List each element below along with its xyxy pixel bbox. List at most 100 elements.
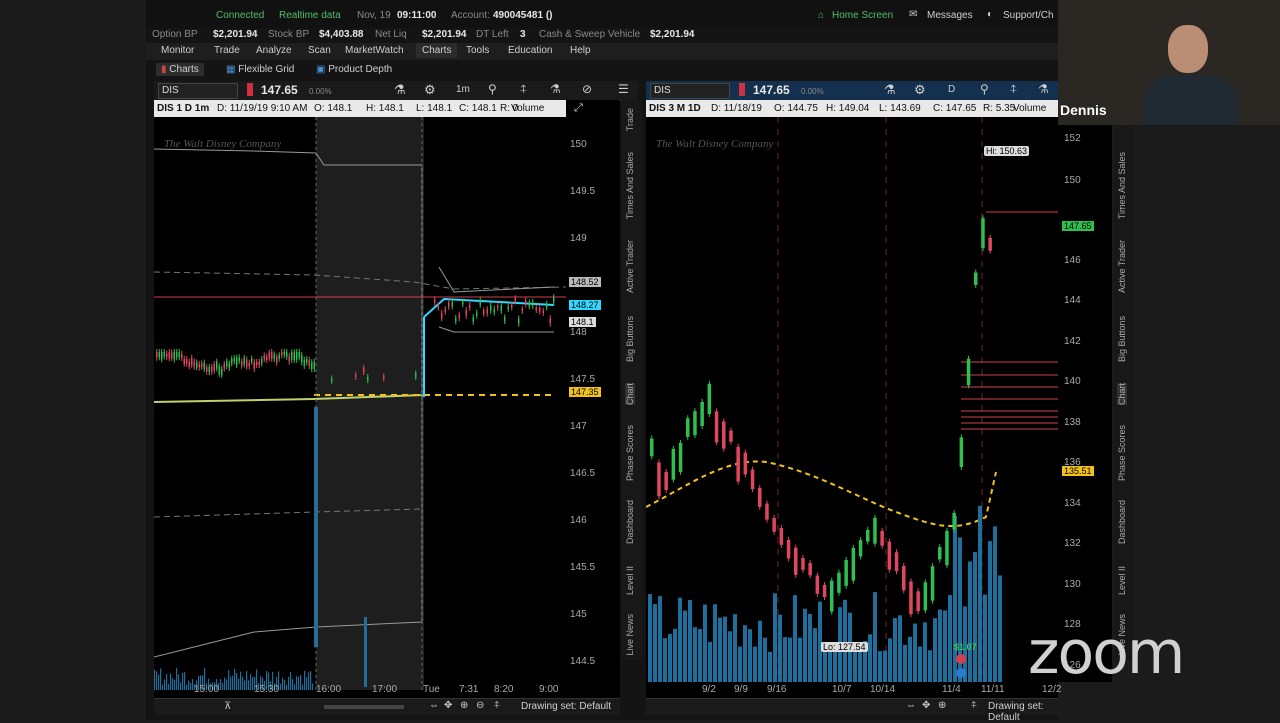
right-drawing-tool-icon[interactable]: ⍏ [971,700,977,711]
right-flask-icon[interactable]: ⚗ [884,82,896,98]
candle-body [441,313,443,319]
studies-icon[interactable]: ⚗ [550,82,561,96]
drawings-icon[interactable]: ⍏ [520,82,527,97]
subtab-charts[interactable]: ▮ Charts [156,63,204,76]
menu-monitor[interactable]: Monitor [161,45,194,56]
home-screen-icon[interactable]: ⌂ [818,10,824,21]
right-pan-icon[interactable]: ✥ [922,700,930,711]
zoom-in-icon[interactable]: ⊕ [460,700,468,711]
left-y-axis[interactable]: 150 149.5 149 148 147.5 147 146.5 146 14… [566,117,620,690]
right-y-axis[interactable]: 152 150 146 144 142 140 138 136 134 132 … [1058,117,1112,682]
side-tab-level-ii[interactable]: Level II [625,566,635,595]
zoom-out-icon[interactable]: ⊖ [476,700,484,711]
right-side-tab-active-trader[interactable]: Active Trader [1117,240,1127,293]
left-y-tick: 149 [570,233,587,244]
volume-bar [968,561,972,682]
right-expand-icon[interactable]: ⇔ [906,700,916,711]
menu-charts[interactable]: Charts [416,43,458,58]
left-x-axis[interactable]: 15:00 15:30 16:00 17:00 Tue 7:31 8:20 9:… [154,680,566,698]
candle-body [266,356,268,361]
right-x-axis[interactable]: 9/2 9/9 9/16 10/7 10/14 11/4 11/11 12/2 [646,682,1061,698]
menu-trade[interactable]: Trade [214,45,240,56]
right-side-tab-chart[interactable]: Chart [1117,383,1127,406]
right-style-icon[interactable]: ⚲ [980,82,989,96]
right-side-tab-dashboard[interactable]: Dashboard [1117,500,1127,544]
candle-body [981,218,985,249]
left-change: 0.00% [309,87,332,96]
right-side-tab-times-sales[interactable]: Times And Sales [1117,152,1127,219]
menu-scan[interactable]: Scan [308,45,331,56]
menu-tools[interactable]: Tools [466,45,489,56]
right-side-tab-big-buttons[interactable]: Big Buttons [1117,316,1127,362]
side-tab-chart[interactable]: Chart [625,383,635,406]
left-link-color[interactable] [247,83,253,96]
right-side-tab-phase-scores[interactable]: Phase Scores [1117,425,1127,481]
right-link-color[interactable] [739,83,745,96]
right-timeframe-button[interactable]: D [948,84,955,95]
right-chart-panel[interactable]: DIS 3 M 1D D: 11/18/19 O: 144.75 H: 149.… [646,100,1058,684]
side-tab-phase-scores[interactable]: Phase Scores [625,425,635,481]
flask-icon[interactable]: ⚗ [394,82,406,98]
candle-body [206,367,208,372]
right-studies-icon[interactable]: ⚗ [1038,82,1049,96]
left-chart-panel[interactable]: DIS 1 D 1m D: 11/19/19 9:10 AM O: 148.1 … [154,100,620,698]
price-tag-current: 148.27 [569,300,601,310]
right-zoom-in-icon[interactable]: ⊕ [938,700,946,711]
candle-body [479,299,481,305]
support-button[interactable]: Support/Ch [1003,10,1054,21]
candle-body [331,378,333,381]
right-side-tab-level-ii[interactable]: Level II [1117,566,1127,595]
right-drawings-icon[interactable]: ⍏ [1010,82,1017,97]
drawing-tool-icon[interactable]: ⍏ [494,700,500,711]
candle-body [248,362,250,367]
stock-bp-label: Stock BP [268,29,310,40]
left-scrollbar[interactable] [324,705,404,709]
side-tab-times-sales[interactable]: Times And Sales [625,152,635,219]
envelope-icon[interactable]: ✉ [909,9,917,20]
home-screen-button[interactable]: Home Screen [832,10,893,21]
expand-icon[interactable]: ⇔ [429,700,439,711]
menu-analyze[interactable]: Analyze [256,45,292,56]
candle-body [273,354,275,360]
subtab-product-depth[interactable]: ▣ Product Depth [316,64,392,75]
menu-icon[interactable]: ☰ [618,82,629,96]
side-tab-dashboard[interactable]: Dashboard [625,500,635,544]
volume-bar [878,651,882,682]
side-tab-active-trader[interactable]: Active Trader [625,240,635,293]
volume-bar [873,592,877,682]
menu-education[interactable]: Education [508,45,552,56]
price-tag-dash: 147.35 [569,387,601,397]
collapse-icon[interactable]: ⤢ [574,102,583,115]
right-y-tick: 134 [1064,498,1081,509]
right-symbol-input[interactable]: DIS [650,83,730,99]
volume-bar [853,651,857,682]
left-drawing-set[interactable]: Drawing set: Default [521,701,611,712]
menu-help[interactable]: Help [570,45,591,56]
messages-button[interactable]: Messages [927,10,973,21]
account-number[interactable]: 490045481 () [493,10,553,21]
left-side-tabs: Trade Times And Sales Active Trader Big … [622,100,642,660]
side-tab-live-news[interactable]: Live News [625,614,635,656]
right-gear-icon[interactable]: ⚙ [914,82,926,98]
scroll-home-icon[interactable]: ⊼ [224,701,231,712]
candle-body [808,562,812,576]
option-bp-label: Option BP [152,29,198,40]
gear-icon[interactable]: ⚙ [424,82,436,98]
left-symbol-input[interactable]: DIS [158,83,238,99]
pattern-icon[interactable]: ⊘ [582,82,592,96]
candle-body [714,411,719,443]
menu-marketwatch[interactable]: MarketWatch [345,45,404,56]
volume-bar [883,650,887,682]
pan-icon[interactable]: ✥ [444,700,452,711]
candle-body [226,361,228,367]
style-icon[interactable]: ⚲ [488,82,497,96]
side-tab-big-buttons[interactable]: Big Buttons [625,316,635,362]
subtab-flexible-grid[interactable]: ▦ Flexible Grid [226,64,294,75]
left-timeframe-button[interactable]: 1m [456,84,470,95]
left-volume-label: Volume [511,103,545,114]
candle-body [223,364,225,369]
left-y-tick: 149.5 [570,186,596,197]
candle-body [281,352,283,356]
side-tab-trade[interactable]: Trade [625,108,635,131]
headset-icon[interactable]: ◐ [987,9,993,20]
